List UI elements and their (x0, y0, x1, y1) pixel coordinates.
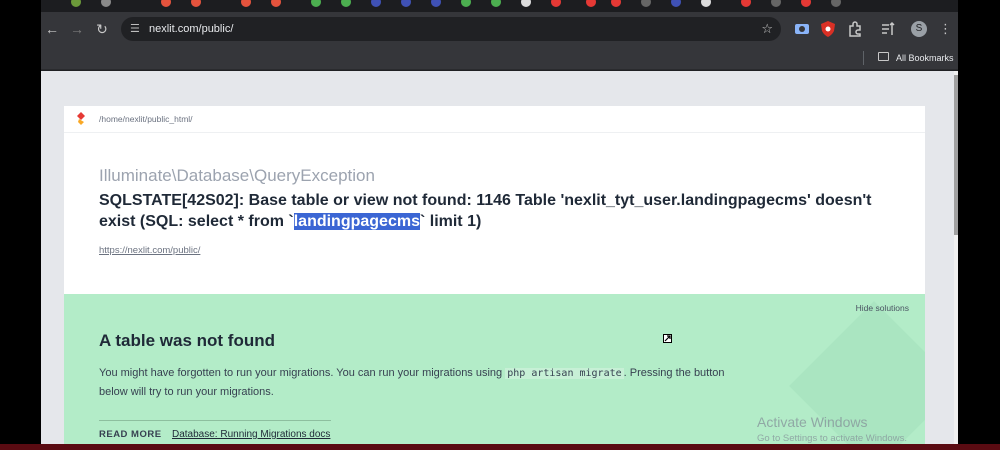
tab-favicon[interactable] (461, 0, 471, 7)
tab-favicon[interactable] (641, 0, 651, 7)
tab-favicon[interactable] (521, 0, 531, 7)
migrations-docs-link[interactable]: Database: Running Migrations docs (172, 429, 330, 440)
app-path: /home/nexlit/public_html/ (99, 114, 193, 124)
tab-favicon[interactable] (401, 0, 411, 7)
tab-favicon[interactable] (71, 0, 81, 7)
watermark-title: Activate Windows (757, 414, 868, 430)
hide-solutions-button[interactable]: Hide solutions (856, 303, 909, 313)
tab-favicon[interactable] (671, 0, 681, 7)
tab-favicon[interactable] (741, 0, 751, 7)
tab-favicon[interactable] (771, 0, 781, 7)
tab-favicon[interactable] (341, 0, 351, 7)
all-bookmarks-button[interactable]: All Bookmarks (896, 46, 954, 70)
tab-favicon[interactable] (801, 0, 811, 7)
address-bar-url[interactable]: nexlit.com/public/ (149, 17, 233, 41)
solution-title: A table was not found (99, 331, 275, 350)
bookmarks-bar: All Bookmarks (41, 46, 958, 70)
tab-favicon[interactable] (191, 0, 201, 7)
folder-icon[interactable] (878, 52, 889, 61)
error-header: /home/nexlit/public_html/ (64, 106, 925, 133)
watermark-subtitle: Go to Settings to activate Windows. (757, 433, 907, 444)
exception-class: Illuminate\Database\QueryException (99, 166, 375, 185)
browser-toolbar: ← → ↻ ☰ nexlit.com/public/ ☆ S ⋮ (41, 12, 958, 46)
back-arrow-icon[interactable]: ← (43, 20, 61, 38)
extensions-puzzle-icon[interactable] (846, 20, 864, 38)
activate-windows-watermark: Activate Windows Go to Settings to activ… (757, 414, 907, 444)
ignition-logo-icon (77, 112, 85, 125)
migrate-command: php artisan migrate (505, 368, 624, 379)
exception-card: Illuminate\Database\QueryException SQLST… (64, 133, 925, 294)
tab-favicon[interactable] (241, 0, 251, 7)
browser-window: ← → ↻ ☰ nexlit.com/public/ ☆ S ⋮ All Boo… (41, 0, 958, 450)
taskbar-edge (0, 444, 1000, 450)
divider (99, 420, 331, 421)
bookmark-star-icon[interactable]: ☆ (761, 20, 773, 38)
tab-favicon[interactable] (311, 0, 321, 7)
page-viewport: /home/nexlit/public_html/ Illuminate\Dat… (41, 71, 958, 450)
reading-list-icon[interactable] (879, 20, 897, 38)
tab-favicon[interactable] (271, 0, 281, 7)
tab-favicon[interactable] (491, 0, 501, 7)
read-more-label: READ MORE (99, 429, 162, 440)
exception-message-text: SQLSTATE[42S02]: Base table or view not … (99, 192, 872, 230)
request-url-link[interactable]: https://nexlit.com/public/ (99, 245, 200, 256)
reload-icon[interactable]: ↻ (93, 20, 111, 38)
tab-favicon[interactable] (551, 0, 561, 7)
extension-shield-icon[interactable] (819, 20, 837, 38)
tab-favicon[interactable] (161, 0, 171, 7)
tab-favicon[interactable] (431, 0, 441, 7)
profile-avatar[interactable]: S (911, 21, 927, 37)
site-info-icon[interactable]: ☰ (130, 21, 144, 37)
solution-text: You might have forgotten to run your mig… (99, 367, 506, 379)
mouse-cursor-icon (663, 334, 672, 343)
tab-favicon[interactable] (586, 0, 596, 7)
scrollbar-thumb[interactable] (954, 75, 958, 235)
menu-kebab-icon[interactable]: ⋮ (939, 20, 952, 38)
highlighted-selection: landingpagecms (293, 213, 420, 230)
tab-favicon[interactable] (371, 0, 381, 7)
bookmarks-separator (863, 51, 864, 65)
solution-description: You might have forgotten to run your mig… (99, 364, 739, 401)
exception-message-tail: ` limit 1) (419, 213, 482, 230)
screen: ← → ↻ ☰ nexlit.com/public/ ☆ S ⋮ All Boo… (0, 0, 1000, 450)
address-bar[interactable]: ☰ nexlit.com/public/ ☆ (121, 17, 781, 41)
exception-message: SQLSTATE[42S02]: Base table or view not … (99, 190, 899, 232)
tab-favicon[interactable] (831, 0, 841, 7)
tab-strip[interactable] (41, 0, 958, 12)
screen-capture-icon[interactable] (793, 20, 811, 38)
tab-favicon[interactable] (611, 0, 621, 7)
forward-arrow-icon[interactable]: → (68, 20, 86, 38)
tab-favicon[interactable] (701, 0, 711, 7)
tab-favicon[interactable] (101, 0, 111, 7)
